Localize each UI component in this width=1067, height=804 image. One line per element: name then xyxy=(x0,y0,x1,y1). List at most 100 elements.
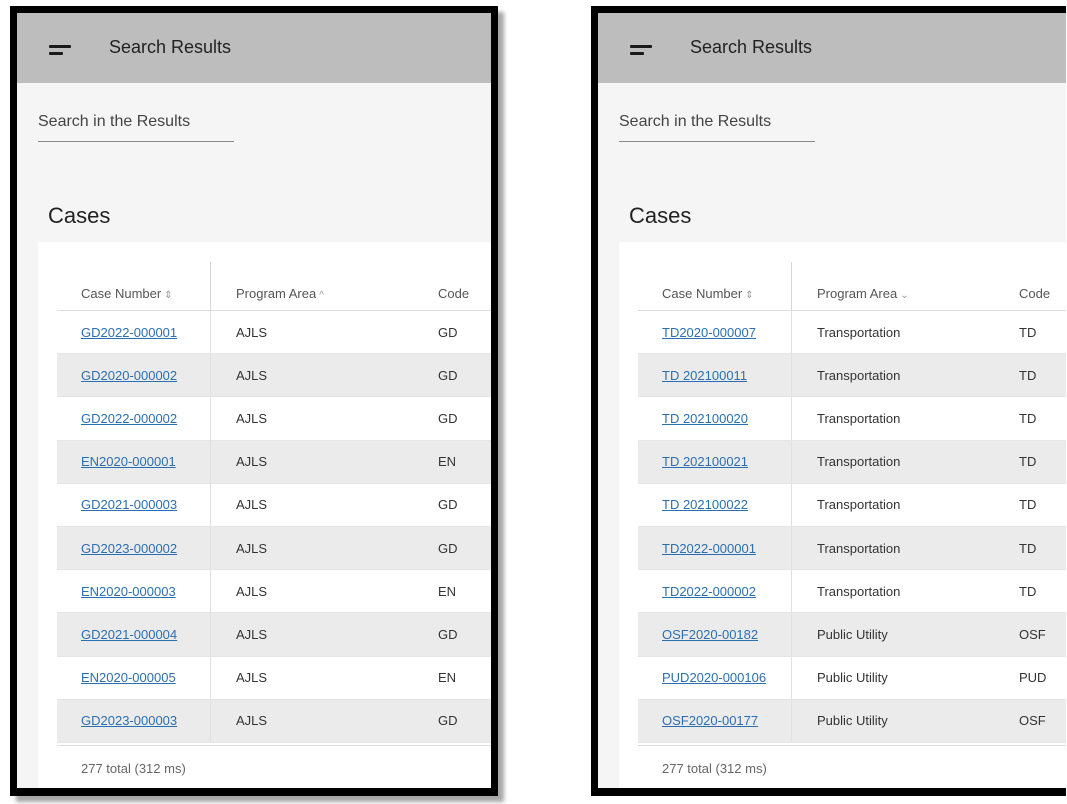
code-cell: EN xyxy=(438,454,457,470)
table-row: GD2022-000001 AJLS GD xyxy=(57,311,491,355)
code-cell: TD xyxy=(1019,324,1037,340)
program-area-cell: Public Utility xyxy=(791,613,998,656)
case-number-cell: EN2020-000001 xyxy=(57,454,210,469)
column-header-label: Case Number xyxy=(81,286,162,301)
code-cell: EN xyxy=(438,670,457,686)
app-header: Search Results xyxy=(598,13,1066,83)
case-number-link[interactable]: GD2022-000002 xyxy=(81,411,177,426)
case-number-link[interactable]: EN2020-000003 xyxy=(81,584,176,599)
menu-icon[interactable] xyxy=(49,45,71,57)
code-cell: GD xyxy=(438,626,458,642)
case-number-cell: GD2022-000001 xyxy=(57,325,210,340)
search-results-panel-left: Search Results Search in the Results Cas… xyxy=(10,6,498,796)
case-number-cell: TD2022-000001 xyxy=(638,541,791,556)
case-number-cell: TD2022-000002 xyxy=(638,584,791,599)
sort-icon[interactable]: ⌄ xyxy=(900,290,908,301)
table-body: TD2020-000007 Transportation TD TD 20210001… xyxy=(638,311,1066,743)
case-number-link[interactable]: GD2021-000003 xyxy=(81,497,177,512)
column-header-code[interactable]: Code xyxy=(998,286,1058,301)
case-number-link[interactable]: TD 202100021 xyxy=(662,454,748,469)
case-number-cell: OSF2020-00177 xyxy=(638,713,791,728)
case-number-cell: GD2023-000002 xyxy=(57,541,210,556)
program-area-cell: AJLS xyxy=(210,570,417,613)
results-total: 277 total (312 ms) xyxy=(81,761,186,776)
case-number-link[interactable]: TD 202100022 xyxy=(662,497,748,512)
case-number-link[interactable]: GD2023-000002 xyxy=(81,541,177,556)
app-header: Search Results xyxy=(17,13,491,83)
program-area-cell: Public Utility xyxy=(791,699,998,742)
case-number-link[interactable]: TD 202100020 xyxy=(662,411,748,426)
case-number-link[interactable]: TD2020-000007 xyxy=(662,325,756,340)
case-number-link[interactable]: EN2020-000001 xyxy=(81,454,176,469)
search-underline xyxy=(619,141,815,142)
case-number-link[interactable]: OSF2020-00177 xyxy=(662,713,758,728)
case-number-cell: EN2020-000005 xyxy=(57,670,210,685)
search-input[interactable]: Search in the Results xyxy=(38,113,234,142)
program-area-cell: AJLS xyxy=(210,483,417,526)
table-header-row: Case Number ⇕ Program Area ⌄ Code xyxy=(638,262,1066,311)
code-cell: GD xyxy=(438,540,458,556)
table-row: GD2022-000002 AJLS GD xyxy=(57,397,491,441)
column-header-label: Program Area xyxy=(817,286,898,301)
program-area-cell: Transportation xyxy=(791,526,998,570)
case-number-link[interactable]: TD 202100011 xyxy=(662,368,747,383)
case-number-link[interactable]: EN2020-000005 xyxy=(81,670,176,685)
column-header-program-area[interactable]: Program Area ^ xyxy=(210,262,417,310)
table-row: TD2020-000007 Transportation TD xyxy=(638,311,1066,355)
search-underline xyxy=(38,141,234,142)
column-header-label: Case Number xyxy=(662,286,743,301)
case-number-cell: TD 202100022 xyxy=(638,497,791,512)
case-number-link[interactable]: OSF2020-00182 xyxy=(662,627,758,642)
sort-icon[interactable]: ⇕ xyxy=(745,290,753,301)
program-area-cell: AJLS xyxy=(210,311,417,354)
search-input[interactable]: Search in the Results xyxy=(619,113,815,142)
column-header-case-number[interactable]: Case Number ⇕ xyxy=(57,286,210,301)
program-area-cell: Transportation xyxy=(791,354,998,397)
table-row: EN2020-000003 AJLS EN xyxy=(57,570,491,614)
table-row: TD 202100021 Transportation TD xyxy=(638,440,1066,484)
code-cell: TD xyxy=(1019,367,1037,383)
cases-table-card: Case Number ⇕ Program Area ^ Code GD2022-0… xyxy=(38,242,491,788)
sort-icon[interactable]: ^ xyxy=(319,290,324,301)
column-header-program-area[interactable]: Program Area ⌄ xyxy=(791,262,998,310)
page-title: Search Results xyxy=(109,37,232,57)
program-area-cell: Transportation xyxy=(791,483,998,526)
cases-table: Case Number ⇕ Program Area ^ Code GD2022-0… xyxy=(57,262,491,743)
search-results-panel-right: Search Results Search in the Results Cas… xyxy=(591,6,1066,796)
case-number-link[interactable]: GD2023-000003 xyxy=(81,713,177,728)
search-placeholder[interactable]: Search in the Results xyxy=(38,113,234,141)
table-row: GD2023-000003 AJLS GD xyxy=(57,699,491,743)
code-cell: GD xyxy=(438,713,458,729)
case-number-link[interactable]: TD2022-000002 xyxy=(662,584,756,599)
case-number-link[interactable]: GD2020-000002 xyxy=(81,368,177,383)
program-area-cell: AJLS xyxy=(210,613,417,656)
case-number-link[interactable]: GD2021-000004 xyxy=(81,627,177,642)
program-area-cell: Transportation xyxy=(791,440,998,483)
case-number-cell: GD2021-000004 xyxy=(57,627,210,642)
case-number-link[interactable]: TD2022-000001 xyxy=(662,541,756,556)
table-row: TD 202100020 Transportation TD xyxy=(638,397,1066,441)
table-row: TD2022-000002 Transportation TD xyxy=(638,570,1066,614)
code-cell: GD xyxy=(438,497,458,513)
column-header-case-number[interactable]: Case Number ⇕ xyxy=(638,286,791,301)
code-cell: OSF xyxy=(1019,626,1046,642)
program-area-cell: AJLS xyxy=(210,397,417,440)
code-cell: TD xyxy=(1019,454,1037,470)
code-cell: TD xyxy=(1019,410,1037,426)
case-number-cell: TD 202100011 xyxy=(638,368,791,383)
page-title: Search Results xyxy=(690,37,813,57)
search-placeholder[interactable]: Search in the Results xyxy=(619,113,815,141)
column-header-code[interactable]: Code xyxy=(417,286,477,301)
sort-icon[interactable]: ⇕ xyxy=(164,290,172,301)
case-number-cell: EN2020-000003 xyxy=(57,584,210,599)
program-area-cell: Public Utility xyxy=(791,656,998,699)
footer-divider xyxy=(638,745,1066,746)
case-number-link[interactable]: GD2022-000001 xyxy=(81,325,177,340)
program-area-cell: AJLS xyxy=(210,354,417,397)
menu-icon[interactable] xyxy=(630,45,652,57)
table-row: TD 202100022 Transportation TD xyxy=(638,483,1066,527)
program-area-cell: Transportation xyxy=(791,311,998,354)
case-number-cell: TD2020-000007 xyxy=(638,325,791,340)
program-area-cell: AJLS xyxy=(210,440,417,483)
case-number-link[interactable]: PUD2020-000106 xyxy=(662,670,766,685)
